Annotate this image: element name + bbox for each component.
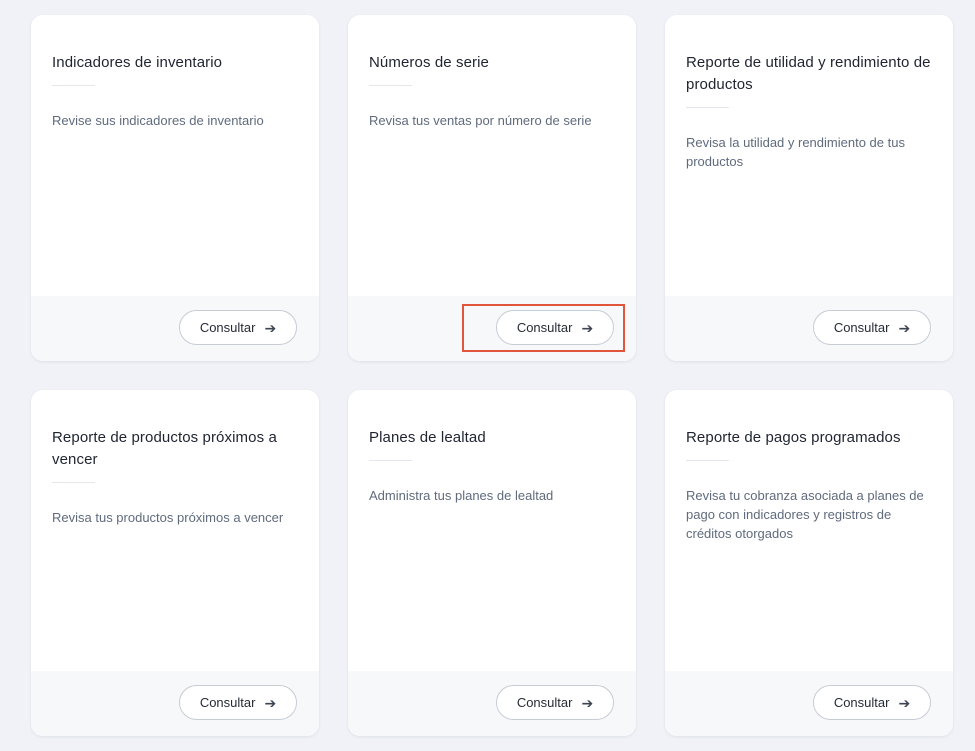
card-description: Revise sus indicadores de inventario bbox=[52, 113, 264, 128]
button-label: Consultar bbox=[199, 695, 256, 710]
arrow-right-icon: ➔ bbox=[581, 319, 594, 336]
card-title: Planes de lealtad bbox=[369, 429, 486, 446]
card-body: Reporte de productos próximos a vencer R… bbox=[31, 390, 319, 671]
card-serial-numbers: Números de serie Revisa tus ventas por n… bbox=[348, 15, 636, 361]
card-description: Revisa tus ventas por número de serie bbox=[369, 113, 592, 128]
card-scheduled-payments: Reporte de pagos programados Revisa tu c… bbox=[665, 390, 953, 736]
card-description: Revisa la utilidad y rendimiento de tus … bbox=[686, 135, 905, 169]
arrow-right-icon: ➔ bbox=[264, 694, 277, 711]
card-footer: Consultar ➔ bbox=[31, 296, 319, 361]
title-divider bbox=[369, 85, 412, 86]
card-body: Indicadores de inventario Revise sus ind… bbox=[31, 15, 319, 296]
card-expiring-products: Reporte de productos próximos a vencer R… bbox=[31, 390, 319, 736]
card-inventory-indicators: Indicadores de inventario Revise sus ind… bbox=[31, 15, 319, 361]
consultar-button[interactable]: Consultar ➔ bbox=[179, 685, 297, 720]
title-divider bbox=[686, 460, 729, 461]
card-title: Reporte de utilidad y rendimiento de pro… bbox=[686, 54, 931, 93]
consultar-button[interactable]: Consultar ➔ bbox=[813, 685, 931, 720]
title-divider bbox=[369, 460, 412, 461]
card-description: Revisa tus productos próximos a vencer bbox=[52, 510, 284, 525]
consultar-button[interactable]: Consultar ➔ bbox=[813, 310, 931, 345]
report-card-grid: Indicadores de inventario Revise sus ind… bbox=[31, 15, 953, 736]
arrow-right-icon: ➔ bbox=[264, 319, 277, 336]
title-divider bbox=[686, 107, 729, 108]
card-title: Números de serie bbox=[369, 54, 489, 71]
button-label: Consultar bbox=[833, 320, 890, 335]
button-label: Consultar bbox=[516, 695, 573, 710]
card-title: Indicadores de inventario bbox=[52, 54, 223, 71]
button-label: Consultar bbox=[516, 320, 573, 335]
card-footer: Consultar ➔ bbox=[665, 671, 953, 736]
consultar-button[interactable]: Consultar ➔ bbox=[179, 310, 297, 345]
card-title: Reporte de productos próximos a vencer bbox=[52, 429, 277, 468]
card-description: Revisa tu cobranza asociada a planes de … bbox=[686, 488, 924, 541]
card-profit-performance: Reporte de utilidad y rendimiento de pro… bbox=[665, 15, 953, 361]
card-body: Reporte de pagos programados Revisa tu c… bbox=[665, 390, 953, 671]
title-divider bbox=[52, 482, 95, 483]
consultar-button[interactable]: Consultar ➔ bbox=[496, 310, 614, 345]
arrow-right-icon: ➔ bbox=[898, 694, 911, 711]
card-loyalty-plans: Planes de lealtad Administra tus planes … bbox=[348, 390, 636, 736]
card-body: Reporte de utilidad y rendimiento de pro… bbox=[665, 15, 953, 296]
card-title: Reporte de pagos programados bbox=[686, 429, 901, 446]
arrow-right-icon: ➔ bbox=[898, 319, 911, 336]
card-footer: Consultar ➔ bbox=[665, 296, 953, 361]
card-body: Planes de lealtad Administra tus planes … bbox=[348, 390, 636, 671]
card-body: Números de serie Revisa tus ventas por n… bbox=[348, 15, 636, 296]
title-divider bbox=[52, 85, 95, 86]
card-description: Administra tus planes de lealtad bbox=[369, 488, 554, 503]
card-footer: Consultar ➔ bbox=[31, 671, 319, 736]
button-label: Consultar bbox=[199, 320, 256, 335]
consultar-button[interactable]: Consultar ➔ bbox=[496, 685, 614, 720]
button-label: Consultar bbox=[833, 695, 890, 710]
card-footer: Consultar ➔ bbox=[348, 296, 636, 361]
arrow-right-icon: ➔ bbox=[581, 694, 594, 711]
card-footer: Consultar ➔ bbox=[348, 671, 636, 736]
